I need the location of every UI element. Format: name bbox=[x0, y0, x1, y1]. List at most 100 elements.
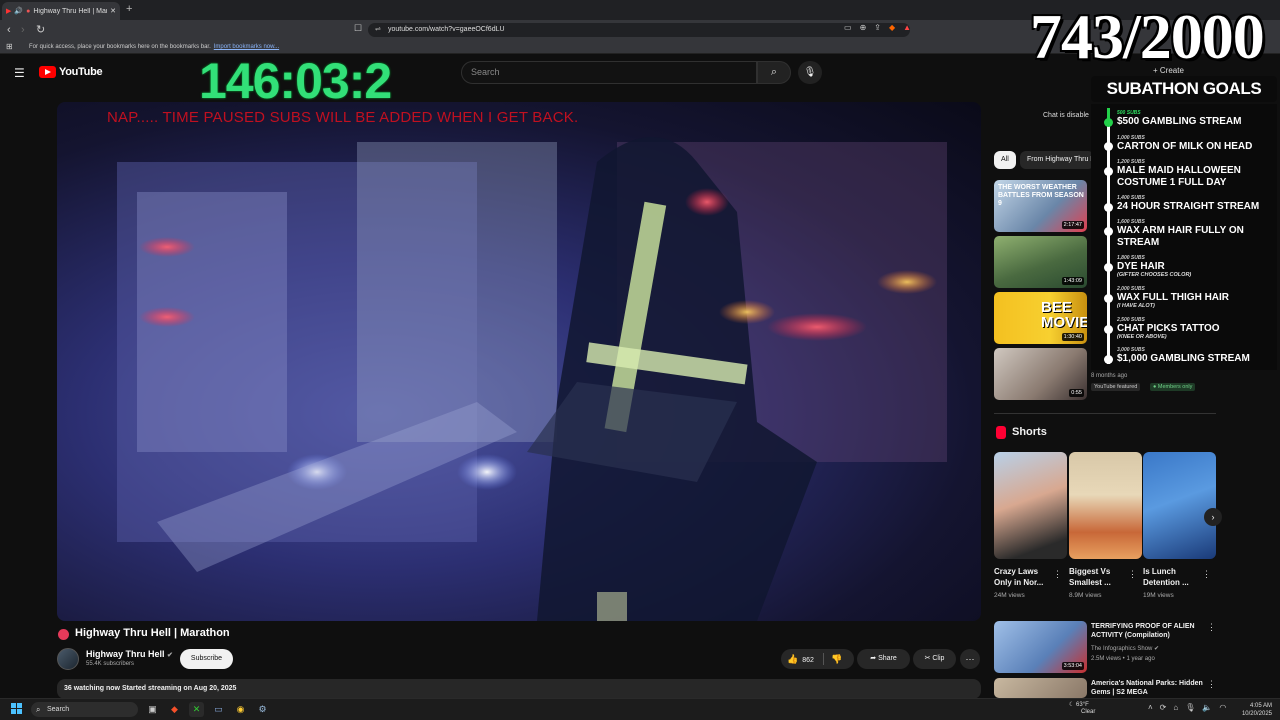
like-dislike-group: 👍 862 👎 bbox=[781, 649, 854, 669]
menu-icon[interactable]: ☰ bbox=[14, 66, 25, 80]
taskbar-search[interactable]: ⌕ Search bbox=[31, 702, 138, 717]
chrome-icon[interactable]: ◉ bbox=[233, 702, 248, 717]
back-icon[interactable]: ‹ bbox=[7, 23, 11, 37]
brave-browser-icon[interactable]: ◆ bbox=[167, 702, 182, 717]
short-title[interactable]: Biggest Vs Smallest ... bbox=[1069, 566, 1129, 588]
chip-from-channel[interactable]: From Highway Thru Hell bbox=[1020, 151, 1094, 169]
url-field[interactable]: ⇌ youtube.com/watch?v=gaeeOCf6dLU bbox=[368, 23, 910, 37]
speaker-icon[interactable]: 🔈 bbox=[1202, 703, 1212, 712]
shorts-next-button[interactable]: › bbox=[1204, 508, 1222, 526]
more-actions-button[interactable]: ⋯ bbox=[960, 649, 980, 669]
brave-rewards-icon[interactable]: ▲ bbox=[903, 23, 911, 32]
zoom-icon[interactable]: ⊕ bbox=[860, 23, 867, 32]
channel-avatar[interactable] bbox=[57, 648, 79, 670]
goal-marker bbox=[1104, 142, 1113, 151]
chevron-up-icon[interactable]: ˄ bbox=[1148, 703, 1153, 712]
voice-search-button[interactable]: 🎙 bbox=[798, 61, 822, 84]
steam-icon[interactable]: ⚙ bbox=[255, 702, 270, 717]
channel-name[interactable]: Highway Thru Hell ✔ bbox=[86, 649, 173, 659]
goal-marker bbox=[1104, 355, 1113, 364]
video-thumbnail[interactable] bbox=[994, 678, 1087, 698]
cast-icon[interactable]: ▭ bbox=[844, 23, 852, 32]
taskbar-apps: ▣ ◆ ✕ ▭ ◉ ⚙ bbox=[145, 702, 270, 717]
youtube-play-icon bbox=[39, 66, 56, 78]
video-thumbnail[interactable]: THE WORST WEATHER BATTLES FROM SEASON 9 … bbox=[994, 180, 1087, 232]
video-thumbnail[interactable]: 1:43:09 bbox=[994, 236, 1087, 288]
divider bbox=[823, 653, 824, 665]
sync-icon[interactable]: ⟳ bbox=[1160, 703, 1167, 712]
verified-icon: ✔ bbox=[1154, 646, 1160, 652]
short-thumbnail[interactable] bbox=[1143, 452, 1216, 559]
wifi-icon[interactable]: ◠ bbox=[1219, 703, 1226, 712]
reload-icon[interactable]: ↻ bbox=[36, 23, 45, 37]
audio-icon[interactable]: 🔊 bbox=[14, 8, 23, 15]
video-title-link[interactable]: TERRIFYING PROOF OF ALIEN ACTIVITY (Comp… bbox=[1091, 622, 1203, 640]
goal-marker bbox=[1104, 203, 1113, 212]
clip-button[interactable]: ✂ Clip bbox=[913, 649, 956, 669]
goal-marker bbox=[1104, 294, 1113, 303]
short-title[interactable]: Crazy Laws Only in Nor... bbox=[994, 566, 1054, 588]
windows-start-icon[interactable] bbox=[11, 703, 22, 714]
search-icon: ⌕ bbox=[36, 705, 41, 714]
task-view-icon[interactable]: ▣ bbox=[145, 702, 160, 717]
share-page-icon[interactable]: ⇪ bbox=[874, 23, 881, 32]
more-options-icon[interactable]: ⋮ bbox=[1053, 569, 1062, 580]
url-actions: ▭ ⊕ ⇪ ◆ ▲ bbox=[844, 23, 911, 32]
short-views: 24M views bbox=[994, 592, 1025, 599]
more-options-icon[interactable]: ⋮ bbox=[1128, 569, 1137, 580]
sub-counter: 743/2000 bbox=[1030, 1, 1265, 72]
screen: ▶ 🔊 ● Highway Thru Hell | Mara ✕ + ‹ › ↻… bbox=[0, 0, 1280, 720]
share-icon: ➦ bbox=[870, 655, 879, 662]
video-thumbnail[interactable]: 3:53:04 bbox=[994, 621, 1087, 673]
more-options-icon[interactable]: ⋮ bbox=[1207, 622, 1216, 633]
bookmark-icon[interactable]: ☐ bbox=[354, 23, 362, 34]
site-info-icon[interactable]: ⇌ bbox=[375, 23, 381, 37]
video-title-link[interactable]: America's National Parks: Hidden Gems | … bbox=[1091, 679, 1203, 697]
verified-icon: ✔ bbox=[167, 652, 173, 659]
chat-disabled-text: Chat is disable bbox=[1043, 112, 1089, 119]
new-tab-icon[interactable]: + bbox=[126, 3, 132, 15]
like-button[interactable]: 👍 862 bbox=[787, 649, 814, 669]
video-thumbnail[interactable]: 0:55 bbox=[994, 348, 1087, 400]
network-icon[interactable]: ⌂ bbox=[1173, 703, 1178, 712]
search-button[interactable]: ⌕ bbox=[757, 61, 791, 84]
search-icon: ⌕ bbox=[770, 66, 778, 78]
duration-badge: 1:43:09 bbox=[1061, 277, 1084, 285]
weather-widget[interactable]: ☾ 63°F Clear bbox=[1069, 702, 1095, 716]
short-thumbnail[interactable] bbox=[1069, 452, 1142, 559]
goal-note: (KNEE OR ABOVE) bbox=[1117, 334, 1167, 340]
more-options-icon[interactable]: ⋮ bbox=[1202, 569, 1211, 580]
youtube-logo[interactable]: YouTube bbox=[39, 66, 103, 78]
subscribe-button[interactable]: Subscribe bbox=[180, 649, 233, 669]
chip-all[interactable]: All bbox=[994, 151, 1016, 169]
short-title[interactable]: Is Lunch Detention ... bbox=[1143, 566, 1203, 588]
goal-marker bbox=[1104, 167, 1113, 176]
clock[interactable]: 4:05 AM 10/20/2025 bbox=[1236, 702, 1272, 718]
goals-heading: SUBATHON GOALS bbox=[1091, 76, 1277, 102]
video-title: Highway Thru Hell | Marathon bbox=[75, 627, 230, 639]
goal-marker bbox=[1104, 227, 1113, 236]
dislike-button[interactable]: 👎 bbox=[831, 649, 842, 669]
moon-icon: ☾ bbox=[1069, 702, 1077, 708]
search-input[interactable]: Search bbox=[461, 61, 757, 84]
goal-marker bbox=[1104, 263, 1113, 272]
mic-icon[interactable]: 🎙 bbox=[1185, 703, 1195, 712]
short-thumbnail[interactable] bbox=[994, 452, 1067, 559]
description-box[interactable]: 36 watching now Started streaming on Aug… bbox=[57, 679, 981, 699]
browser-tab[interactable]: ▶ 🔊 ● Highway Thru Hell | Mara ✕ bbox=[2, 2, 120, 20]
stream-paused-notice: NAP..... TIME PAUSED SUBS WILL BE ADDED … bbox=[107, 109, 579, 126]
file-explorer-icon[interactable]: ▭ bbox=[211, 702, 226, 717]
goal-marker bbox=[1104, 118, 1113, 127]
more-options-icon[interactable]: ⋮ bbox=[1207, 679, 1216, 690]
apps-grid-icon[interactable]: ⊞ bbox=[6, 40, 13, 54]
import-bookmarks-link[interactable]: Import bookmarks now... bbox=[214, 44, 279, 50]
video-thumbnail[interactable]: BEE MOVIE 1:30:40 bbox=[994, 292, 1087, 344]
xbox-icon[interactable]: ✕ bbox=[189, 702, 204, 717]
video-player[interactable]: NAP..... TIME PAUSED SUBS WILL BE ADDED … bbox=[57, 102, 981, 621]
channel-name[interactable]: The Infographics Show ✔ bbox=[1091, 645, 1159, 652]
share-button[interactable]: ➦ Share bbox=[857, 649, 910, 669]
brave-shield-icon[interactable]: ◆ bbox=[889, 23, 895, 32]
featured-badge: YouTube featured bbox=[1091, 383, 1141, 391]
forward-icon[interactable]: › bbox=[21, 23, 25, 37]
close-tab-icon[interactable]: ✕ bbox=[110, 7, 116, 15]
